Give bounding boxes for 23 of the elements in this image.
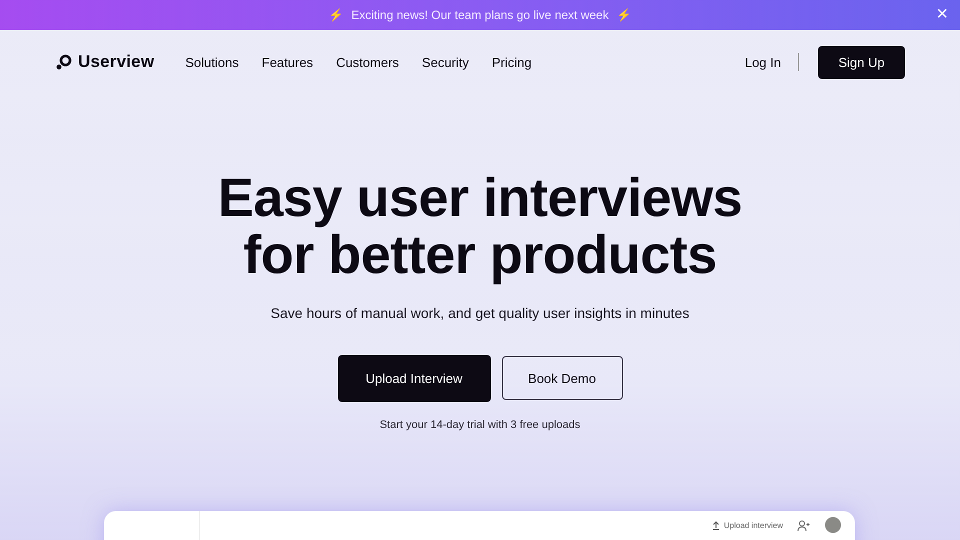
hero-heading: Easy user interviews (218, 170, 742, 227)
sign-up-button[interactable]: Sign Up (818, 46, 905, 78)
add-user-icon[interactable] (797, 520, 811, 532)
nav-link[interactable]: Pricing (492, 54, 532, 70)
announcement-text: Exciting news! Our team plans go live next week (351, 8, 609, 22)
hero-subtitle: Save hours of manual work, and get quality user insights in minutes (270, 305, 690, 321)
upload-interview-link[interactable]: Upload interview (712, 521, 783, 530)
lightning-icon: ⚡ (328, 8, 344, 22)
nav-link[interactable]: Customers (336, 54, 399, 70)
close-button[interactable]: × (932, 4, 952, 24)
upload-icon (712, 521, 720, 530)
log-in-link[interactable]: Log In (744, 54, 781, 70)
avatar[interactable] (825, 517, 841, 533)
book-demo-button[interactable]: Book Demo (502, 356, 622, 400)
logo-icon (56, 54, 72, 70)
nav-link[interactable]: Features (262, 54, 314, 70)
trial-note: Start your 14-day trial with 3 free uploads (380, 419, 580, 431)
lightning-icon: ⚡ (616, 8, 632, 22)
hero-heading: for better products (243, 227, 717, 284)
nav-link[interactable]: Solutions (185, 54, 239, 70)
upload-interview-button[interactable]: Upload Interview (338, 355, 490, 402)
brand-name[interactable]: Userview (78, 52, 154, 72)
nav-link[interactable]: Security (422, 54, 469, 70)
